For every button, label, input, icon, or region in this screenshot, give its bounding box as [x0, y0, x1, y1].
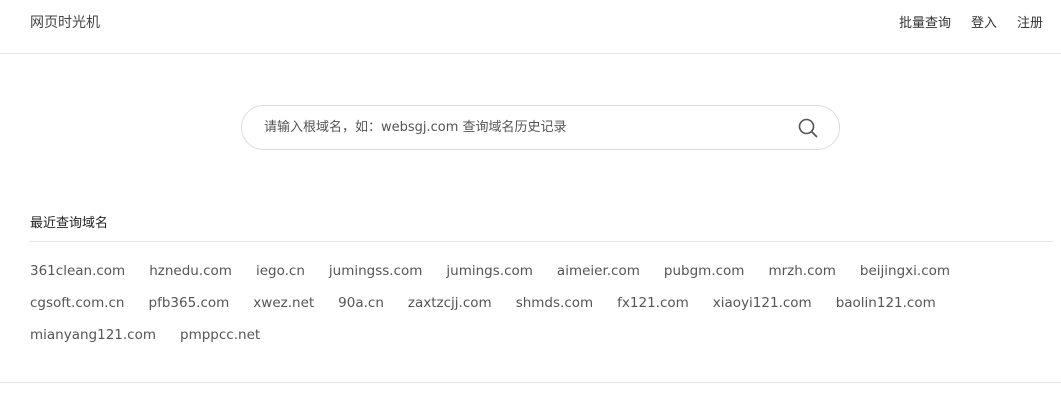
recent-domain-link[interactable]: cgsoft.com.cn: [30, 293, 125, 313]
recent-domain-link[interactable]: fx121.com: [617, 293, 689, 313]
recent-domain-link[interactable]: pfb365.com: [149, 293, 230, 313]
recent-domains-title: 最近查询域名: [30, 216, 109, 231]
recent-domain-link[interactable]: aimeier.com: [557, 261, 640, 281]
top-nav: 批量查询 登入 注册: [899, 12, 1043, 31]
nav-register[interactable]: 注册: [1017, 12, 1043, 31]
domain-search-input[interactable]: [264, 106, 764, 149]
recent-domain-link[interactable]: jumingss.com: [329, 261, 423, 281]
nav-login[interactable]: 登入: [971, 12, 997, 31]
divider: [0, 382, 1061, 383]
recent-domain-link[interactable]: zaxtzcjj.com: [408, 293, 492, 313]
recent-domain-link[interactable]: pubgm.com: [664, 261, 745, 281]
recent-domains-list: 361clean.com hznedu.com iego.cn jumingss.co…: [30, 261, 1030, 345]
recent-domain-link[interactable]: mianyang121.com: [30, 325, 156, 345]
top-header: 网页时光机 批量查询 登入 注册: [0, 0, 1061, 54]
site-logo-link[interactable]: 网页时光机: [30, 12, 100, 32]
search-box: [241, 105, 840, 150]
search-icon[interactable]: [797, 117, 819, 139]
recent-domain-link[interactable]: xwez.net: [253, 293, 314, 313]
recent-domain-link[interactable]: shmds.com: [516, 293, 593, 313]
recent-domain-link[interactable]: 90a.cn: [338, 293, 384, 313]
recent-domain-link[interactable]: mrzh.com: [768, 261, 835, 281]
divider: [30, 241, 1053, 242]
recent-domain-link[interactable]: jumings.com: [446, 261, 533, 281]
recent-domain-link[interactable]: xiaoyi121.com: [713, 293, 812, 313]
recent-domain-link[interactable]: 361clean.com: [30, 261, 125, 281]
recent-domain-link[interactable]: iego.cn: [256, 261, 305, 281]
recent-domain-link[interactable]: hznedu.com: [149, 261, 232, 281]
nav-batch-query[interactable]: 批量查询: [899, 12, 951, 31]
recent-domain-link[interactable]: pmppcc.net: [180, 325, 260, 345]
recent-domain-link[interactable]: beijingxi.com: [860, 261, 950, 281]
recent-domain-link[interactable]: baolin121.com: [836, 293, 936, 313]
